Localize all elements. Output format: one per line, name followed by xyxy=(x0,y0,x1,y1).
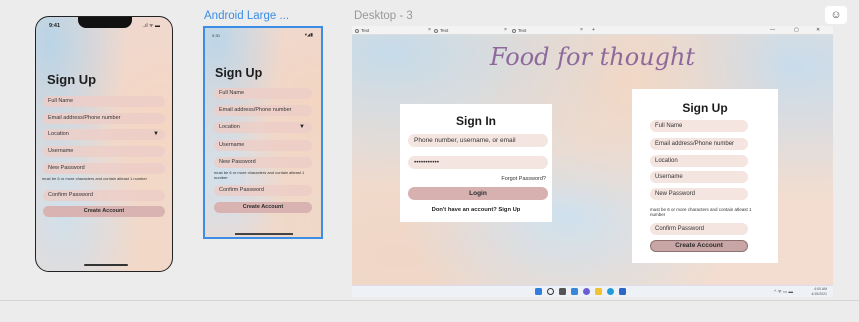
sign-in-card: Sign In Phone number, username, or email… xyxy=(400,104,552,222)
login-button[interactable]: Login xyxy=(408,187,548,200)
globe-icon xyxy=(512,28,516,33)
store-icon[interactable] xyxy=(619,288,626,295)
edge-icon[interactable] xyxy=(607,288,614,295)
email-field[interactable]: Email address/Phone number xyxy=(214,105,312,116)
system-tray[interactable]: ^ ᯤ ▭ ▬ xyxy=(774,289,793,295)
desktop-frame[interactable]: Text × Text × Text × + — ▢ ✕ Food for th… xyxy=(352,26,833,297)
home-indicator xyxy=(235,233,293,235)
browser-tab[interactable]: Text xyxy=(512,27,526,34)
globe-icon xyxy=(355,28,359,33)
browser-tab[interactable]: Text xyxy=(355,27,369,34)
username-input[interactable]: Phone number, username, or email xyxy=(408,134,548,147)
tab-label: Text xyxy=(440,28,449,33)
chevron-down-icon: ▼ xyxy=(299,124,305,130)
sign-up-card: Sign Up Full Name Email address/Phone nu… xyxy=(632,89,778,263)
home-indicator xyxy=(84,264,128,266)
globe-icon xyxy=(434,28,438,33)
browser-tab[interactable]: Text xyxy=(434,27,448,34)
email-field[interactable]: Email address/Phone number xyxy=(43,113,165,124)
taskbar: ^ ᯤ ▭ ▬ 4:00 AM 4/15/2021 xyxy=(352,285,833,297)
search-icon[interactable] xyxy=(547,288,554,295)
full-name-field[interactable]: Full Name xyxy=(43,96,165,107)
tab-close-icon[interactable]: × xyxy=(428,27,431,33)
maximize-icon[interactable]: ▢ xyxy=(794,27,799,33)
tab-close-icon[interactable]: × xyxy=(580,27,583,33)
location-select[interactable]: Location ▼ xyxy=(214,122,312,133)
clock-date: 4/15/2021 xyxy=(811,291,827,296)
username-field[interactable]: Username xyxy=(214,140,312,151)
clock-time: 4:00 AM xyxy=(814,287,827,291)
confirm-password-field[interactable]: Confirm Password xyxy=(650,223,748,235)
sign-up-link[interactable]: Don't have an account? Sign Up xyxy=(400,207,552,213)
location-select[interactable]: Location ▼ xyxy=(43,129,165,140)
password-input[interactable]: ••••••••••• xyxy=(408,156,548,169)
status-icons: ..ıl ᯤ ▬ xyxy=(142,23,160,29)
password-hint: must be 6 or more characters and contain… xyxy=(42,176,147,181)
chat-icon[interactable] xyxy=(583,288,590,295)
android-frame-label[interactable]: Android Large ... xyxy=(204,10,289,22)
android-frame[interactable]: 9:30 ▾◢▮ Sign Up Full Name Email address… xyxy=(203,26,323,239)
taskbar-clock[interactable]: 4:00 AM 4/15/2021 xyxy=(811,287,827,296)
canvas-divider xyxy=(0,300,859,301)
password-hint: must be 6 or more characters and contain… xyxy=(214,170,305,180)
forgot-password-link[interactable]: Forgot Password? xyxy=(501,176,546,182)
location-label: Location xyxy=(48,131,69,137)
create-account-button[interactable]: Create Account xyxy=(214,202,312,213)
tab-label: Text xyxy=(518,28,527,33)
widgets-icon[interactable] xyxy=(571,288,578,295)
page-title: Sign Up xyxy=(47,72,97,87)
username-field[interactable]: Username xyxy=(650,171,748,183)
close-icon[interactable]: ✕ xyxy=(816,27,820,33)
password-hint: must be 6 or more characters and contain… xyxy=(650,207,752,217)
username-field[interactable]: Username xyxy=(43,146,165,157)
page-title: Sign Up xyxy=(215,66,263,80)
headline: Food for thought xyxy=(489,43,696,71)
phone-notch xyxy=(78,17,132,28)
sign-up-title: Sign Up xyxy=(682,101,728,115)
iphone-frame[interactable]: 9:41 ..ıl ᯤ ▬ Sign Up Full Name Email ad… xyxy=(35,16,173,272)
location-field[interactable]: Location xyxy=(650,155,748,167)
folder-icon[interactable] xyxy=(595,288,602,295)
sign-in-title: Sign In xyxy=(456,114,496,128)
email-field[interactable]: Email address/Phone number xyxy=(650,138,748,150)
windows-icon[interactable] xyxy=(535,288,542,295)
confirm-password-field[interactable]: Confirm Password xyxy=(214,185,312,196)
create-account-button[interactable]: Create Account xyxy=(650,240,748,252)
status-time: 9:30 xyxy=(212,33,220,38)
create-account-button[interactable]: Create Account xyxy=(43,206,165,217)
password-field[interactable]: New Password xyxy=(650,188,748,200)
browser-tab-bar: Text × Text × Text × + — ▢ ✕ xyxy=(352,26,833,35)
new-tab-icon[interactable]: + xyxy=(592,27,595,33)
location-label: Location xyxy=(219,124,240,130)
tab-label: Text xyxy=(361,28,370,33)
desktop-frame-label[interactable]: Desktop - 3 xyxy=(354,10,413,22)
file-explorer-icon[interactable] xyxy=(559,288,566,295)
full-name-field[interactable]: Full Name xyxy=(650,120,748,132)
password-field[interactable]: New Password xyxy=(43,163,165,174)
minimize-icon[interactable]: — xyxy=(770,27,775,33)
password-field[interactable]: New Password xyxy=(214,157,312,168)
chevron-down-icon: ▼ xyxy=(153,131,159,137)
status-time: 9:41 xyxy=(49,23,61,29)
full-name-field[interactable]: Full Name xyxy=(214,88,312,99)
comment-icon[interactable]: ☺ xyxy=(825,6,847,24)
status-icons: ▾◢▮ xyxy=(304,32,313,37)
tab-close-icon[interactable]: × xyxy=(504,27,507,33)
confirm-password-field[interactable]: Confirm Password xyxy=(43,190,165,201)
